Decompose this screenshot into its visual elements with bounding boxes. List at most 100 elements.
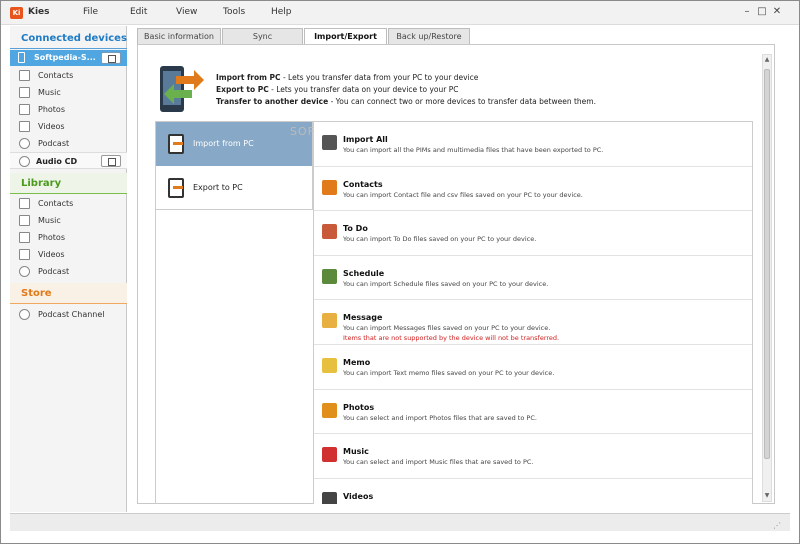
export-icon xyxy=(168,178,184,198)
contacts-icon xyxy=(322,179,337,195)
kies-logo-icon: Ki xyxy=(10,7,23,19)
left-panel-border xyxy=(155,210,313,504)
tab-import-export[interactable]: Import/Export xyxy=(304,28,387,45)
audio-cd-label: Audio CD xyxy=(36,157,78,166)
import-list: Import All You can import all the PIMs an… xyxy=(313,121,753,504)
music-icon xyxy=(19,215,30,226)
menu-view[interactable]: View xyxy=(176,7,197,17)
device-softpedia[interactable]: Softpedia-S... xyxy=(10,50,127,66)
import-item-description: You can import Messages files saved on y… xyxy=(343,324,551,333)
menu-help[interactable]: Help xyxy=(271,7,292,17)
option-export-to-pc[interactable]: Export to PC xyxy=(156,166,312,210)
minimize-button[interactable]: – xyxy=(741,6,753,17)
device-action-button[interactable] xyxy=(101,52,121,64)
import-item-title: Videos xyxy=(343,491,374,501)
device-item-label: Videos xyxy=(38,122,65,131)
import-item-title: Schedule xyxy=(343,268,385,278)
tab-backup-restore[interactable]: Back up/Restore xyxy=(388,28,470,44)
import-item-to-do[interactable]: To Do You can import To Do files saved on… xyxy=(314,211,752,256)
cd-action-button[interactable] xyxy=(101,155,121,167)
maximize-button[interactable]: □ xyxy=(756,6,768,17)
import-item-title: Contacts xyxy=(343,179,383,189)
scroll-up-icon[interactable]: ▲ xyxy=(763,55,771,65)
import-item-title: Memo xyxy=(343,358,371,367)
menu-tools[interactable]: Tools xyxy=(223,7,245,17)
import-item-description: You can import Text memo files saved on … xyxy=(343,369,555,377)
import-item-music[interactable]: Music You can select and import Music fil… xyxy=(314,434,752,479)
library-item-contacts[interactable]: Contacts xyxy=(10,195,127,212)
info-export-line: Export to PC - Lets you transfer data on… xyxy=(216,85,458,94)
library-item-label: Videos xyxy=(38,250,65,259)
info-transfer-line: Transfer to another device - You can con… xyxy=(216,97,596,106)
import-item-description: You can import To Do files saved on your… xyxy=(343,235,537,244)
transfer-device-icon xyxy=(160,66,204,112)
photos-icon xyxy=(19,232,30,243)
device-item-contacts[interactable]: Contacts xyxy=(10,67,127,84)
import-item-description: You can import all the PIMs and multimed… xyxy=(343,146,604,154)
tab-sync[interactable]: Sync xyxy=(222,28,303,44)
info-export-text: - Lets you transfer data on your device … xyxy=(268,85,459,94)
library-item-videos[interactable]: Videos xyxy=(10,246,127,263)
info-export-title: Export to PC xyxy=(216,85,269,94)
store-item-label: Podcast Channel xyxy=(38,310,105,319)
info-import-text: - Lets you transfer data from your PC to… xyxy=(280,73,479,82)
contacts-icon xyxy=(19,198,30,209)
photos-icon xyxy=(19,104,30,115)
close-button[interactable]: ✕ xyxy=(771,6,783,17)
videos-icon xyxy=(322,491,337,504)
import-export-info: Import from PC - Lets you transfer data … xyxy=(156,64,761,119)
import-item-title: Photos xyxy=(343,402,375,412)
tab-basic-information[interactable]: Basic information xyxy=(137,28,221,44)
vertical-scrollbar[interactable]: ▲ ▼ xyxy=(762,54,772,502)
info-transfer-text: - You can connect two or more devices to… xyxy=(328,97,596,106)
library-item-label: Podcast xyxy=(38,267,70,276)
store-item-podcast-channel[interactable]: Podcast Channel xyxy=(10,306,127,323)
device-item-label: Photos xyxy=(38,105,65,114)
library-item-music[interactable]: Music xyxy=(10,212,127,229)
app-title: Kies xyxy=(28,7,50,17)
cd-icon xyxy=(19,156,30,167)
library-item-podcast[interactable]: Podcast xyxy=(10,263,127,280)
scroll-thumb[interactable] xyxy=(764,69,770,459)
menu-file[interactable]: File xyxy=(83,7,98,17)
import-item-description: You can select and import Photos files t… xyxy=(343,413,537,422)
import-item-memo[interactable]: Memo You can import Text memo files saved… xyxy=(314,345,752,390)
import-all-icon xyxy=(322,135,337,150)
library-item-photos[interactable]: Photos xyxy=(10,229,127,246)
menu-edit[interactable]: Edit xyxy=(130,7,147,17)
import-item-schedule[interactable]: Schedule You can import Schedule files sa… xyxy=(314,256,752,301)
videos-icon xyxy=(19,121,30,132)
message-icon xyxy=(322,313,337,329)
device-item-music[interactable]: Music xyxy=(10,84,127,101)
import-item-message[interactable]: Message You can import Messages files sav… xyxy=(314,300,752,345)
import-item-import-all[interactable]: Import All You can import all the PIMs an… xyxy=(314,122,752,167)
videos-icon xyxy=(19,249,30,260)
import-item-description: You can select and import Videos files t… xyxy=(343,503,537,504)
import-item-description: You can import Contact file and csv file… xyxy=(343,190,583,199)
import-item-description: You can select and import Music files th… xyxy=(343,458,534,467)
todo-icon xyxy=(322,224,337,240)
device-item-podcast[interactable]: Podcast xyxy=(10,135,127,152)
import-item-photos[interactable]: Photos You can select and import Photos f… xyxy=(314,390,752,435)
device-name: Softpedia-S... xyxy=(34,53,96,62)
status-bar xyxy=(10,513,790,531)
import-item-title: Message xyxy=(343,313,383,323)
scroll-down-icon[interactable]: ▼ xyxy=(763,491,771,501)
library-heading: Library xyxy=(10,173,127,194)
resize-grip-icon[interactable]: ⋰ xyxy=(773,521,781,530)
podcast-icon xyxy=(19,266,30,277)
info-import-line: Import from PC - Lets you transfer data … xyxy=(216,73,478,82)
import-item-videos[interactable]: Videos You can select and import Videos f… xyxy=(314,479,752,504)
device-item-label: Contacts xyxy=(38,71,74,80)
memo-icon xyxy=(322,358,337,373)
sidebar: Connected devices Softpedia-S... Contact… xyxy=(10,26,127,512)
import-item-contacts[interactable]: Contacts You can import Contact file and … xyxy=(314,167,752,212)
device-item-photos[interactable]: Photos xyxy=(10,101,127,118)
import-item-description: You can import Schedule files saved on y… xyxy=(343,279,549,288)
library-item-label: Music xyxy=(38,216,61,225)
option-label: Export to PC xyxy=(193,183,243,192)
contacts-icon xyxy=(19,70,30,81)
audio-cd-item[interactable]: Audio CD xyxy=(10,152,127,169)
option-import-from-pc[interactable]: Import from PC xyxy=(156,122,312,166)
device-item-videos[interactable]: Videos xyxy=(10,118,127,135)
